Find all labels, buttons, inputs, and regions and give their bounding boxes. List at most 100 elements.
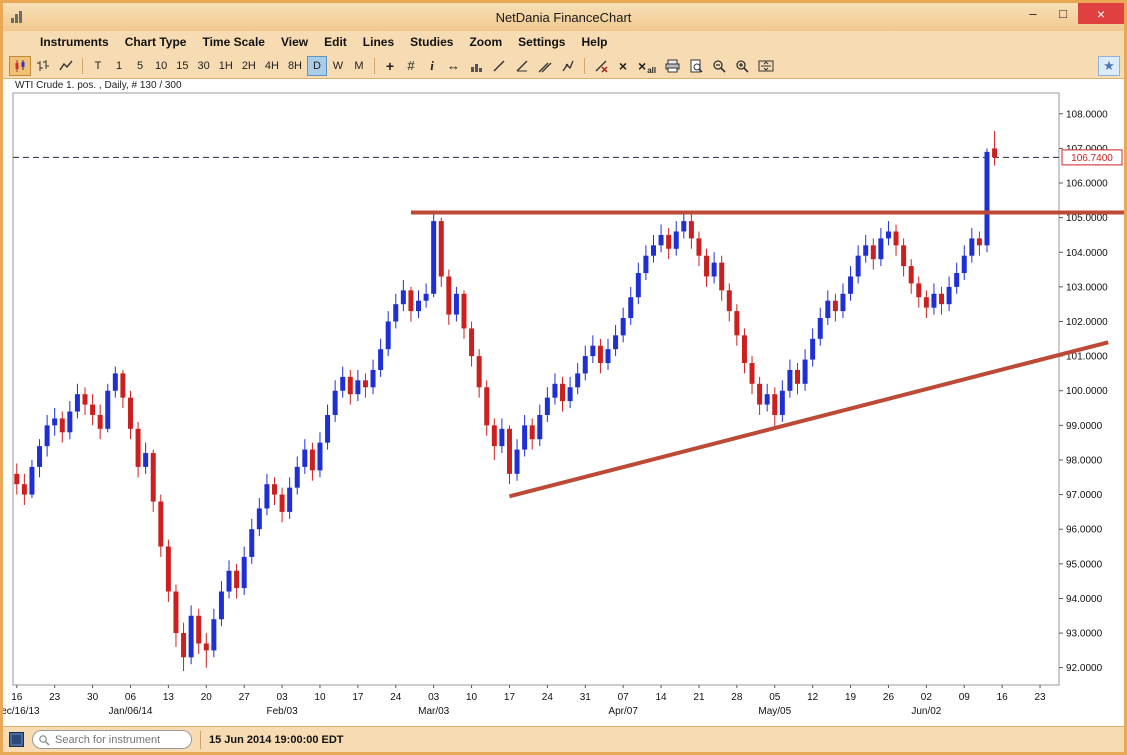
x-axis-label: 05 [769,692,781,703]
up-candle [242,557,247,588]
y-axis-label: 96.0000 [1066,525,1103,536]
volume-button[interactable] [465,56,487,76]
remove-line-icon [594,59,608,73]
minimize-button[interactable]: – [1018,3,1048,24]
up-candle [765,394,770,404]
x-axis-label: 20 [201,692,213,703]
down-candle [461,294,466,329]
down-candle [196,616,201,644]
timeframe-4h-button[interactable]: 4H [261,56,283,76]
up-candle [454,294,459,315]
timeframe-10m-button[interactable]: 10 [151,56,171,76]
remove-line-button[interactable] [590,56,612,76]
timestamp: 15 Jun 2014 19:00:00 EDT [209,734,344,746]
menu-lines[interactable]: Lines [356,33,401,51]
menu-time-scale[interactable]: Time Scale [195,33,271,51]
x-axis-label: 24 [390,692,402,703]
favorites-button[interactable]: ★ [1098,56,1120,76]
timeframe-15m-button[interactable]: 15 [172,56,192,76]
up-candle [75,394,80,411]
search-input[interactable] [32,730,192,749]
print-button[interactable] [661,56,684,76]
down-candle [128,398,133,429]
up-candle [818,318,823,339]
timeframe-5m-button[interactable]: 5 [130,56,150,76]
close-button[interactable]: × [1078,3,1124,24]
crosshair-button[interactable]: + [380,56,400,76]
print-preview-icon [689,59,703,73]
line-chart-button[interactable] [55,56,77,76]
expand-horizontal-button[interactable]: ↔ [443,56,464,76]
menu-view[interactable]: View [274,33,315,51]
up-candle [249,529,254,557]
info-button[interactable]: i [422,56,442,76]
angled-line-icon [515,59,529,73]
grid-button[interactable]: # [401,56,421,76]
delete-selected-button[interactable]: × [613,56,633,76]
toolbar-separator [584,58,585,74]
up-candle [659,235,664,245]
down-candle [173,592,178,634]
menu-edit[interactable]: Edit [317,33,354,51]
y-axis-label: 92.0000 [1066,663,1103,674]
zoom-out-button[interactable] [708,56,730,76]
chart-area: WTI Crude 1. pos. , Daily, # 130 / 300 9… [3,79,1124,726]
timeframe-1m-button[interactable]: 1 [109,56,129,76]
timeframe-tick-button[interactable]: T [88,56,108,76]
angled-line-tool-button[interactable] [511,56,533,76]
up-candle [333,391,338,415]
polyline-tool-button[interactable] [557,56,579,76]
up-candle [515,450,520,474]
zoom-out-icon [712,59,726,73]
up-candle [401,290,406,304]
up-candle [295,467,300,488]
menu-help[interactable]: Help [574,33,614,51]
down-candle [469,328,474,356]
menu-zoom[interactable]: Zoom [462,33,509,51]
candlestick-chart[interactable]: 92.000093.000094.000095.000096.000097.00… [3,79,1124,726]
down-candle [871,245,876,259]
menu-instruments[interactable]: Instruments [33,33,116,51]
timeframe-2h-button[interactable]: 2H [238,56,260,76]
timeframe-weekly-button[interactable]: W [328,56,348,76]
down-candle [14,474,19,484]
x-axis-label: 17 [504,692,516,703]
down-candle [924,297,929,307]
ohlc-bars-button[interactable] [32,56,54,76]
down-candle [22,484,27,494]
menu-studies[interactable]: Studies [403,33,460,51]
parallel-lines-tool-button[interactable] [534,56,556,76]
timeframe-monthly-button[interactable]: M [349,56,369,76]
auto-scale-button[interactable] [754,56,778,76]
up-candle [105,391,110,429]
up-candle [219,592,224,620]
chart-legend: WTI Crude 1. pos. , Daily, # 130 / 300 [15,79,182,92]
print-preview-button[interactable] [685,56,707,76]
zoom-in-icon [735,59,749,73]
up-candle [803,360,808,384]
x-axis-label: 28 [731,692,743,703]
menu-settings[interactable]: Settings [511,33,572,51]
timeframe-daily-button[interactable]: D [307,56,327,76]
timeframe-1h-button[interactable]: 1H [215,56,237,76]
line-chart-icon [59,59,73,73]
up-candle [621,318,626,335]
timeframe-30m-button[interactable]: 30 [194,56,214,76]
up-candle [984,152,989,245]
zoom-in-button[interactable] [731,56,753,76]
menu-chart-type[interactable]: Chart Type [118,33,194,51]
down-candle [348,377,353,394]
timeframe-8h-button[interactable]: 8H [284,56,306,76]
up-candle [681,221,686,231]
delete-all-button[interactable]: × all [634,56,660,76]
x-axis-label: 17 [352,692,364,703]
trend-line-icon [492,59,506,73]
trend-line-tool-button[interactable] [488,56,510,76]
ohlc-bars-icon [36,59,50,73]
down-candle [280,495,285,512]
title-bar: NetDania FinanceChart – □ × [3,3,1124,31]
up-candle [613,335,618,349]
down-candle [439,221,444,276]
candlestick-chart-button[interactable] [9,56,31,76]
maximize-button[interactable]: □ [1048,3,1078,24]
